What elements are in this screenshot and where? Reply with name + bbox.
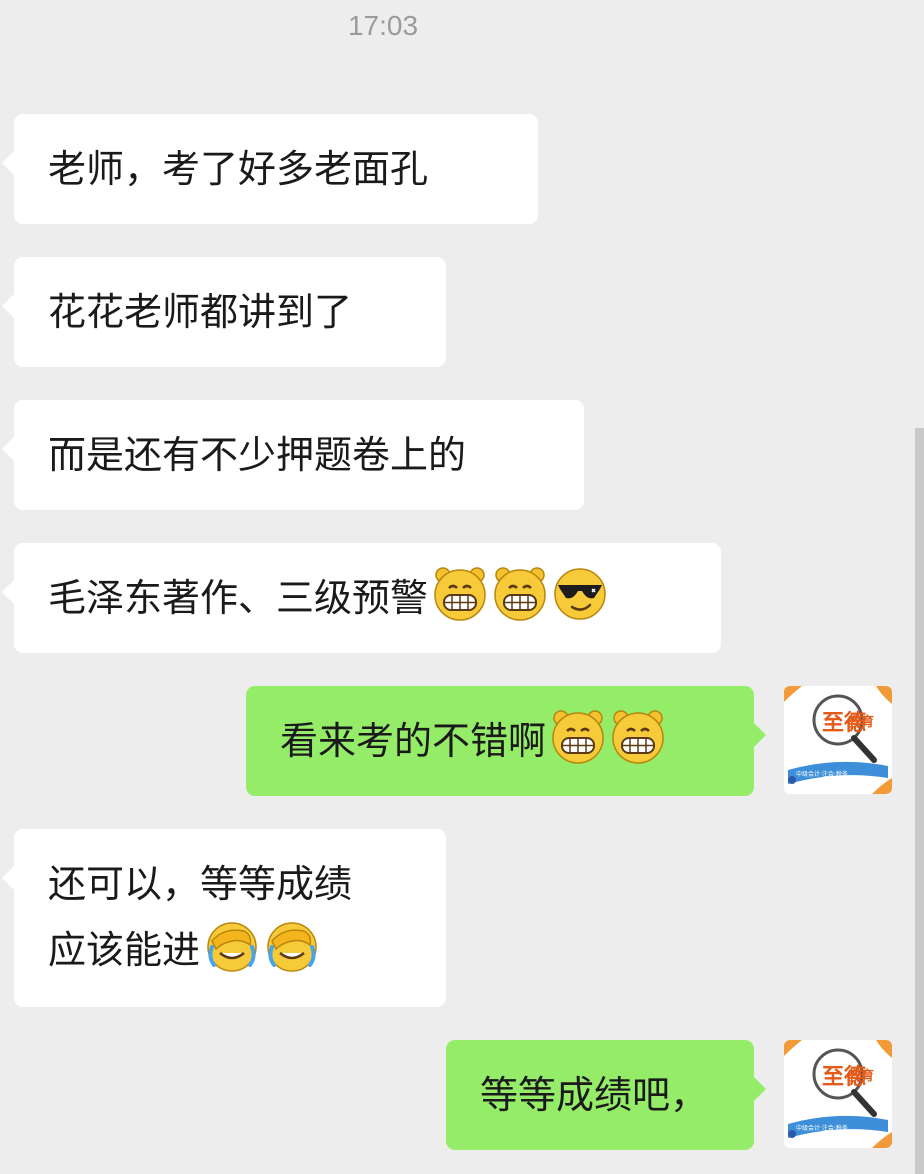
message-text: 毛泽东著作、三级预警	[48, 576, 429, 620]
avatar-logo-subtext: 教育	[847, 714, 874, 730]
facepalm-icon	[204, 917, 260, 973]
sunglasses-icon	[552, 565, 608, 621]
avatar-caption: 中级会计·注会·税务	[796, 770, 848, 778]
grin-icon	[550, 708, 606, 764]
message-text: 老师，考了好多老面孔	[48, 147, 429, 191]
message-text: 看来考的不错啊	[280, 719, 547, 763]
message-text: 应该能进	[48, 928, 201, 972]
outgoing-message-bubble[interactable]: 等等成绩吧，	[446, 1040, 766, 1150]
message-text: 而是还有不少押题卷上的	[48, 433, 467, 477]
avatar[interactable]: 至德 教育 中级会计·注会·税务	[784, 686, 892, 794]
message-text: 花花老师都讲到了	[48, 290, 353, 334]
message-text: 等等成绩吧，	[480, 1073, 709, 1117]
scrollbar[interactable]	[915, 428, 924, 1174]
grin-icon	[432, 565, 488, 621]
grin-icon	[610, 708, 666, 764]
outgoing-message-bubble[interactable]: 看来考的不错啊	[246, 686, 766, 796]
avatar[interactable]: 至德 教育 中级会计·注会·税务	[784, 1040, 892, 1148]
incoming-message-bubble[interactable]: 而是还有不少押题卷上的	[2, 400, 584, 510]
avatar-caption: 中级会计·注会·税务	[796, 1124, 848, 1132]
facepalm-icon	[264, 917, 320, 973]
incoming-message-bubble[interactable]: 还可以，等等成绩 应该能进	[2, 829, 446, 1007]
grin-icon	[492, 565, 548, 621]
incoming-message-bubble[interactable]: 老师，考了好多老面孔	[2, 114, 538, 224]
message-timestamp: 17:03	[347, 10, 419, 41]
incoming-message-bubble[interactable]: 毛泽东著作、三级预警	[2, 543, 721, 653]
incoming-message-bubble[interactable]: 花花老师都讲到了	[2, 257, 446, 367]
message-text: 还可以，等等成绩	[48, 862, 353, 906]
avatar-logo-subtext: 教育	[847, 1068, 874, 1084]
